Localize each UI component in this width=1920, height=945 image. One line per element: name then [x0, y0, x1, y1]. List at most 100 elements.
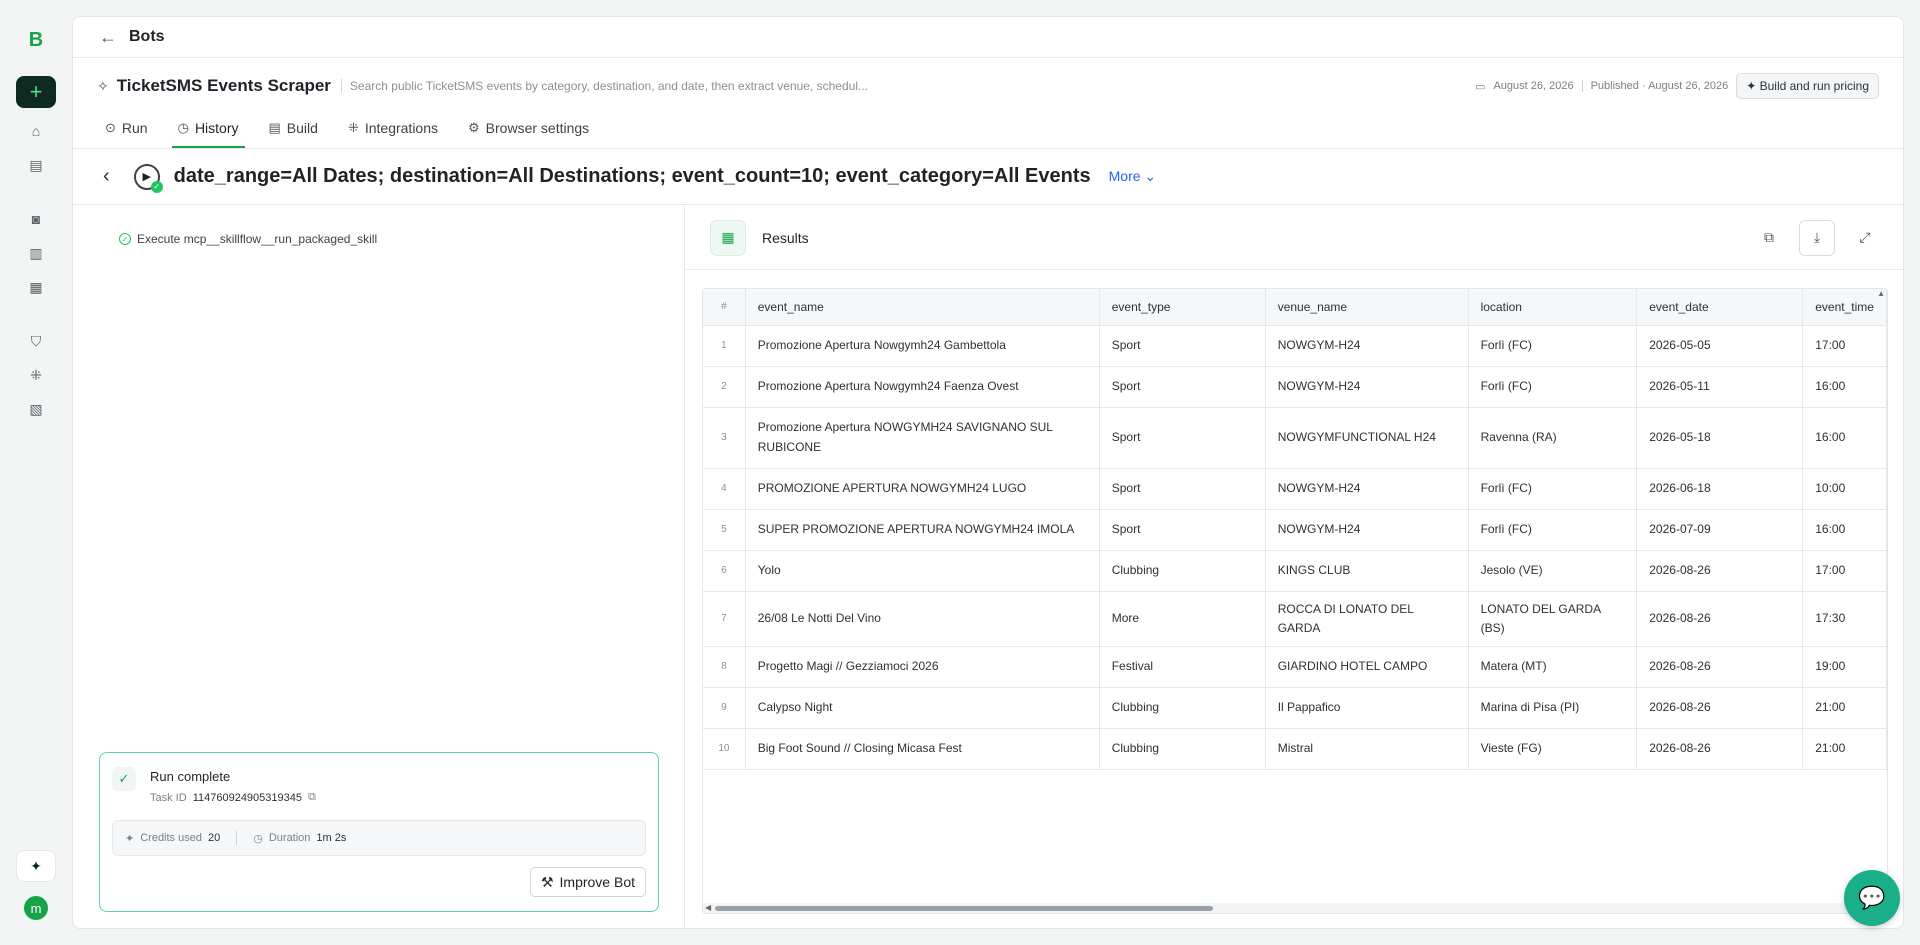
- copy-icon[interactable]: ⧉: [1751, 220, 1787, 256]
- table-cell: 6: [703, 550, 746, 592]
- table-cell: 10: [703, 728, 746, 770]
- bot-date: August 26, 2026: [1493, 80, 1574, 92]
- bot-icon[interactable]: ◙: [16, 203, 56, 235]
- app-logo[interactable]: B: [16, 24, 56, 56]
- table-row[interactable]: 6 Yolo Clubbing KINGS CLUB Jesolo (VE) 2…: [703, 550, 1887, 592]
- calendar-icon: ▭: [1475, 80, 1486, 93]
- tab-label: Build: [286, 120, 318, 136]
- table-row[interactable]: 4 PROMOZIONE APERTURA NOWGYMH24 LUGO Spo…: [703, 468, 1887, 510]
- scrollbar-thumb[interactable]: [715, 906, 1213, 911]
- copy-icon[interactable]: ⧉: [308, 791, 316, 804]
- table-cell: NOWGYM-H24: [1265, 325, 1469, 367]
- run-stats: ✦ Credits used 20 ◷ Duration 1m 2s: [112, 820, 646, 856]
- shield-icon[interactable]: ⛉: [16, 325, 56, 357]
- credits-label: Credits used: [140, 832, 202, 844]
- more-button[interactable]: More ⌄: [1109, 168, 1157, 185]
- sparkle-icon: ✧: [97, 77, 109, 94]
- column-header[interactable]: venue_name: [1265, 289, 1469, 326]
- book-icon[interactable]: ▥: [16, 237, 56, 269]
- tab-label: Integrations: [364, 120, 439, 136]
- run-complete-card: ✓ Run complete Task ID 11476092490531934…: [99, 752, 659, 912]
- tab-bar: ⊙ Run ◷ History ▤ Build ⁜ Integrations ⚙ Brow…: [99, 120, 595, 148]
- scroll-left-icon[interactable]: ◀: [705, 903, 711, 912]
- column-header[interactable]: event_name: [745, 289, 1100, 326]
- check-icon: ✓: [150, 180, 163, 193]
- tab-browser-settings[interactable]: ⚙ Browser settings: [462, 120, 595, 148]
- table-cell: Sport: [1099, 325, 1266, 367]
- column-header[interactable]: #: [703, 289, 746, 326]
- column-header[interactable]: event_type: [1099, 289, 1266, 326]
- table-row[interactable]: 2 Promozione Apertura Nowgymh24 Faenza O…: [703, 366, 1887, 408]
- play-icon: ⊙: [105, 120, 116, 135]
- library-icon[interactable]: ▦: [16, 271, 56, 303]
- run-status-icon: ▶ ✓: [133, 163, 163, 193]
- table-cell: Il Pappafico: [1265, 687, 1469, 729]
- tab-history[interactable]: ◷ History: [171, 120, 245, 148]
- task-id-label: Task ID: [150, 791, 187, 804]
- table-cell: Jesolo (VE): [1468, 550, 1638, 592]
- assistant-spark-button[interactable]: ✦: [16, 850, 56, 882]
- table-cell: Promozione Apertura Nowgymh24 Faenza Ove…: [745, 366, 1100, 408]
- table-row[interactable]: 10 Big Foot Sound // Closing Micasa Fest…: [703, 728, 1887, 770]
- table-cell: KINGS CLUB: [1265, 550, 1469, 592]
- column-header[interactable]: location: [1468, 289, 1638, 326]
- duration-value: 1m 2s: [316, 832, 347, 844]
- table-cell: Forlì (FC): [1468, 366, 1638, 408]
- table-cell: 10:00: [1802, 468, 1887, 510]
- table-cell: 16:00: [1802, 407, 1887, 469]
- back-arrow-icon[interactable]: ←: [99, 27, 117, 48]
- dashboard-icon[interactable]: ▤: [16, 149, 56, 181]
- build-run-pricing-button[interactable]: ✦ Build and run pricing: [1736, 73, 1879, 99]
- table-cell: 2026-06-18: [1636, 468, 1804, 510]
- table-row[interactable]: 3 Promozione Apertura NOWGYMH24 SAVIGNAN…: [703, 407, 1887, 469]
- table-cell: Sport: [1099, 468, 1266, 510]
- avatar[interactable]: m: [24, 896, 48, 920]
- improve-bot-button[interactable]: ⚒ Improve Bot: [529, 867, 646, 897]
- check-circle-icon: ✓: [119, 233, 131, 245]
- divider: [236, 831, 238, 845]
- chat-icon: 💬: [1858, 885, 1886, 910]
- chevron-left-icon[interactable]: ‹: [103, 165, 110, 188]
- grid-icon[interactable]: ⁜: [16, 359, 56, 391]
- layout-icon: ▤: [268, 120, 281, 135]
- scroll-up-icon[interactable]: ▲: [1877, 289, 1885, 298]
- table-cell: 17:00: [1802, 325, 1887, 367]
- database-icon[interactable]: ▧: [16, 393, 56, 425]
- tab-build[interactable]: ▤ Build: [263, 120, 324, 148]
- expand-icon[interactable]: ⤢: [1847, 220, 1883, 256]
- table-cell: Clubbing: [1099, 550, 1266, 592]
- step-item[interactable]: ✓ Execute mcp__skillflow__run_packaged_s…: [119, 232, 377, 246]
- table-cell: Yolo: [745, 550, 1100, 592]
- column-header[interactable]: event_time: [1802, 289, 1887, 326]
- table-cell: 2026-08-26: [1636, 550, 1804, 592]
- card-title: Run complete: [150, 769, 231, 784]
- table-row[interactable]: 1 Promozione Apertura Nowgymh24 Gambetto…: [703, 325, 1887, 367]
- check-icon: ✓: [112, 767, 136, 791]
- new-bot-button[interactable]: +: [16, 76, 56, 108]
- download-icon[interactable]: ⤓: [1799, 219, 1835, 256]
- table-cell: NOWGYM-H24: [1265, 509, 1469, 551]
- column-header[interactable]: event_date: [1636, 289, 1804, 326]
- horizontal-scrollbar[interactable]: ◀: [703, 903, 1887, 913]
- table-cell: Sport: [1099, 509, 1266, 551]
- tab-run[interactable]: ⊙ Run: [99, 120, 154, 148]
- table-cell: 21:00: [1802, 687, 1887, 729]
- pricing-label: Build and run pricing: [1759, 79, 1869, 93]
- run-title: date_range=All Dates; destination=All De…: [173, 165, 1091, 187]
- chat-support-button[interactable]: 💬: [1844, 870, 1900, 926]
- table-row[interactable]: 9 Calypso Night Clubbing Il Pappafico Ma…: [703, 687, 1887, 729]
- grid-icon: ⁜: [347, 120, 359, 135]
- table-cell: SUPER PROMOZIONE APERTURA NOWGYMH24 IMOL…: [745, 509, 1100, 551]
- table-cell: NOWGYM-H24: [1265, 468, 1469, 510]
- table-row[interactable]: 7 26/08 Le Notti Del Vino More ROCCA DI …: [703, 591, 1887, 647]
- table-cell: 2: [703, 366, 746, 408]
- page-title[interactable]: Bots: [129, 28, 165, 46]
- home-icon[interactable]: ⌂: [16, 115, 56, 147]
- table-cell: 21:00: [1802, 728, 1887, 770]
- table-header-row: # event_name event_type venue_name locat…: [703, 289, 1887, 326]
- table-row[interactable]: 8 Progetto Magi // Gezziamoci 2026 Festi…: [703, 646, 1887, 688]
- results-pane: ▦ Results ⧉ ⤓ ⤢ # event_name event_type …: [686, 206, 1903, 928]
- tab-integrations[interactable]: ⁜ Integrations: [342, 120, 444, 148]
- table-row[interactable]: 5 SUPER PROMOZIONE APERTURA NOWGYMH24 IM…: [703, 509, 1887, 551]
- table-cell: 17:00: [1802, 550, 1887, 592]
